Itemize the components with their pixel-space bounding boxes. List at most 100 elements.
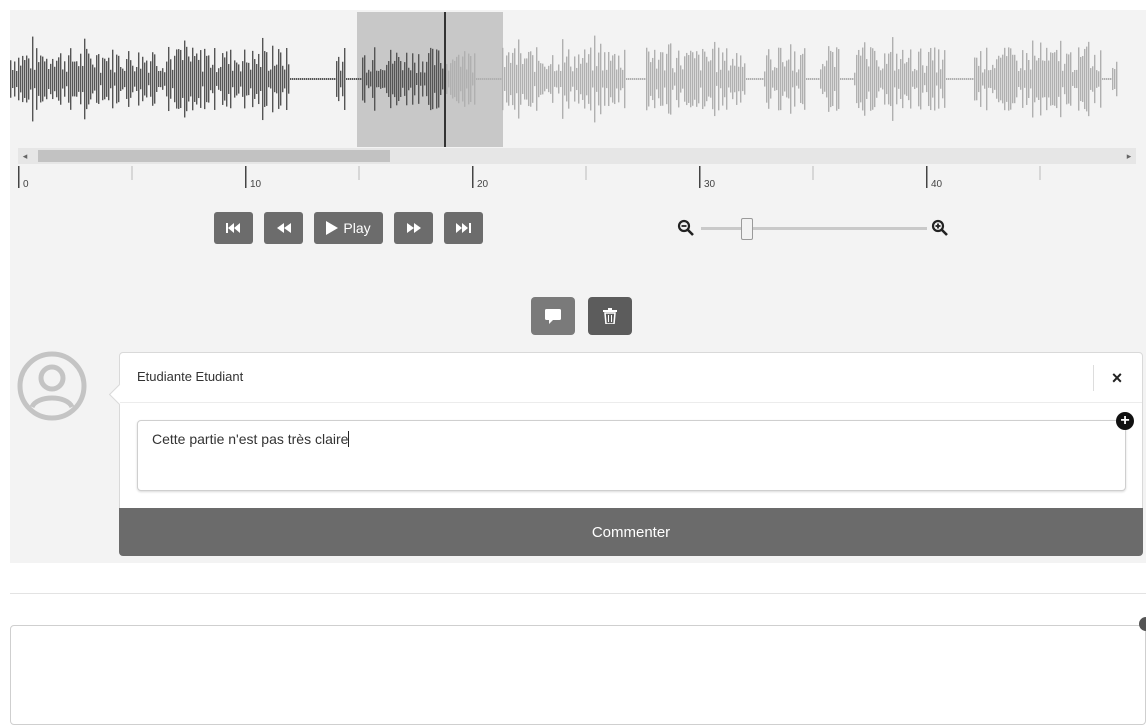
waveform-bar <box>912 71 914 87</box>
waveform-bar <box>512 52 514 106</box>
waveform-bar <box>798 69 800 89</box>
scroll-left-icon[interactable]: ◂ <box>18 148 32 164</box>
waveform-bar <box>574 56 576 102</box>
zoom-slider-handle[interactable] <box>741 218 754 240</box>
waveform-bar <box>32 36 34 122</box>
waveform-bar <box>1080 56 1082 102</box>
waveform-bar <box>22 55 24 103</box>
play-label: Play <box>343 220 371 236</box>
waveform-bar <box>440 63 442 95</box>
zoom-out-icon[interactable] <box>677 219 695 237</box>
waveform-bar <box>790 44 792 114</box>
play-button[interactable]: Play <box>314 212 383 244</box>
waveform-bar <box>1096 70 1098 88</box>
waveform-bar <box>718 47 720 111</box>
waveform-bar <box>104 58 106 100</box>
timeline-label: 10 <box>250 179 262 190</box>
waveform-bar <box>316 78 318 80</box>
delete-region-button[interactable] <box>588 297 632 335</box>
waveform-bar <box>722 52 724 106</box>
waveform-bar <box>572 71 574 87</box>
waveform-bar <box>198 59 200 99</box>
rewind-icon <box>276 223 291 233</box>
waveform-bar <box>838 49 840 109</box>
waveform-bar <box>568 49 570 109</box>
waveform-bar <box>48 69 50 89</box>
waveform-bar <box>746 78 748 80</box>
waveform-bar <box>324 78 326 80</box>
zoom-track[interactable] <box>701 227 927 230</box>
waveform-bar <box>418 54 420 104</box>
timeline-label: 30 <box>704 179 716 190</box>
waveform-bar <box>992 64 994 94</box>
waveform-bar <box>384 70 386 88</box>
add-icon[interactable]: + <box>1116 412 1134 430</box>
waveform-bar <box>526 58 528 100</box>
waveform-bar <box>186 46 188 112</box>
timeline: 0 10 20 30 40 <box>18 166 1041 190</box>
waveform-bar <box>752 78 754 80</box>
waveform-scrollbar[interactable]: ◂ ▸ <box>18 148 1136 164</box>
secondary-textarea[interactable] <box>10 625 1146 725</box>
waveform-bar <box>690 50 692 108</box>
waveform-bar <box>944 50 946 108</box>
waveform-bar <box>376 70 378 88</box>
waveform-bar <box>224 57 226 101</box>
playhead[interactable] <box>444 12 446 147</box>
waveform-bar <box>634 78 636 80</box>
text-caret <box>348 431 350 447</box>
waveform-bar <box>854 72 856 86</box>
close-icon[interactable]: × <box>1106 365 1128 391</box>
comment-submit-button[interactable]: Commenter <box>119 508 1143 556</box>
waveform-bar <box>436 49 438 109</box>
waveform-bar <box>154 54 156 104</box>
waveform-bar <box>816 78 818 80</box>
waveform-bar <box>458 54 460 104</box>
waveform-bar <box>904 63 906 95</box>
skip-to-end-button[interactable] <box>444 212 483 244</box>
scrollbar-thumb[interactable] <box>38 150 390 162</box>
waveform[interactable] <box>10 12 1120 147</box>
waveform-bar <box>94 67 96 91</box>
waveform-bar <box>280 52 282 106</box>
waveform-bar <box>870 47 872 111</box>
waveform-bar <box>488 78 490 80</box>
waveform-bar <box>932 60 934 98</box>
add-comment-button[interactable] <box>531 297 575 335</box>
waveform-bar <box>682 69 684 89</box>
waveform-bar <box>286 47 288 111</box>
comment-textarea[interactable]: Cette partie n'est pas très claire <box>137 420 1126 491</box>
rewind-button[interactable] <box>264 212 303 244</box>
waveform-bar <box>396 52 398 106</box>
waveform-bar <box>434 65 436 93</box>
waveform-bar <box>462 56 464 102</box>
user-avatar-icon <box>17 351 87 421</box>
timeline-minor-tick <box>131 166 133 180</box>
waveform-bar <box>184 40 186 118</box>
waveform-bar <box>82 65 84 93</box>
waveform-bar <box>894 70 896 88</box>
waveform-bar <box>766 55 768 103</box>
waveform-bar <box>126 59 128 99</box>
skip-to-start-button[interactable] <box>214 212 253 244</box>
waveform-bar <box>50 63 52 95</box>
waveform-bar <box>338 56 340 102</box>
waveform-bar <box>916 70 918 88</box>
zoom-in-icon[interactable] <box>931 219 949 237</box>
add-icon-secondary[interactable] <box>1139 617 1146 631</box>
waveform-bar <box>1010 48 1012 110</box>
waveform-bar <box>724 60 726 98</box>
waveform-bar <box>1082 55 1084 103</box>
waveform-bar <box>30 68 32 90</box>
waveform-bar <box>898 69 900 89</box>
waveform-bar <box>910 49 912 109</box>
waveform-bar <box>172 69 174 89</box>
fast-forward-button[interactable] <box>394 212 433 244</box>
waveform-bar <box>720 69 722 89</box>
scroll-right-icon[interactable]: ▸ <box>1122 148 1136 164</box>
waveform-bar <box>498 78 500 80</box>
waveform-bar <box>516 64 518 94</box>
waveform-bar <box>72 61 74 97</box>
waveform-bar <box>660 52 662 106</box>
waveform-bar <box>922 65 924 93</box>
